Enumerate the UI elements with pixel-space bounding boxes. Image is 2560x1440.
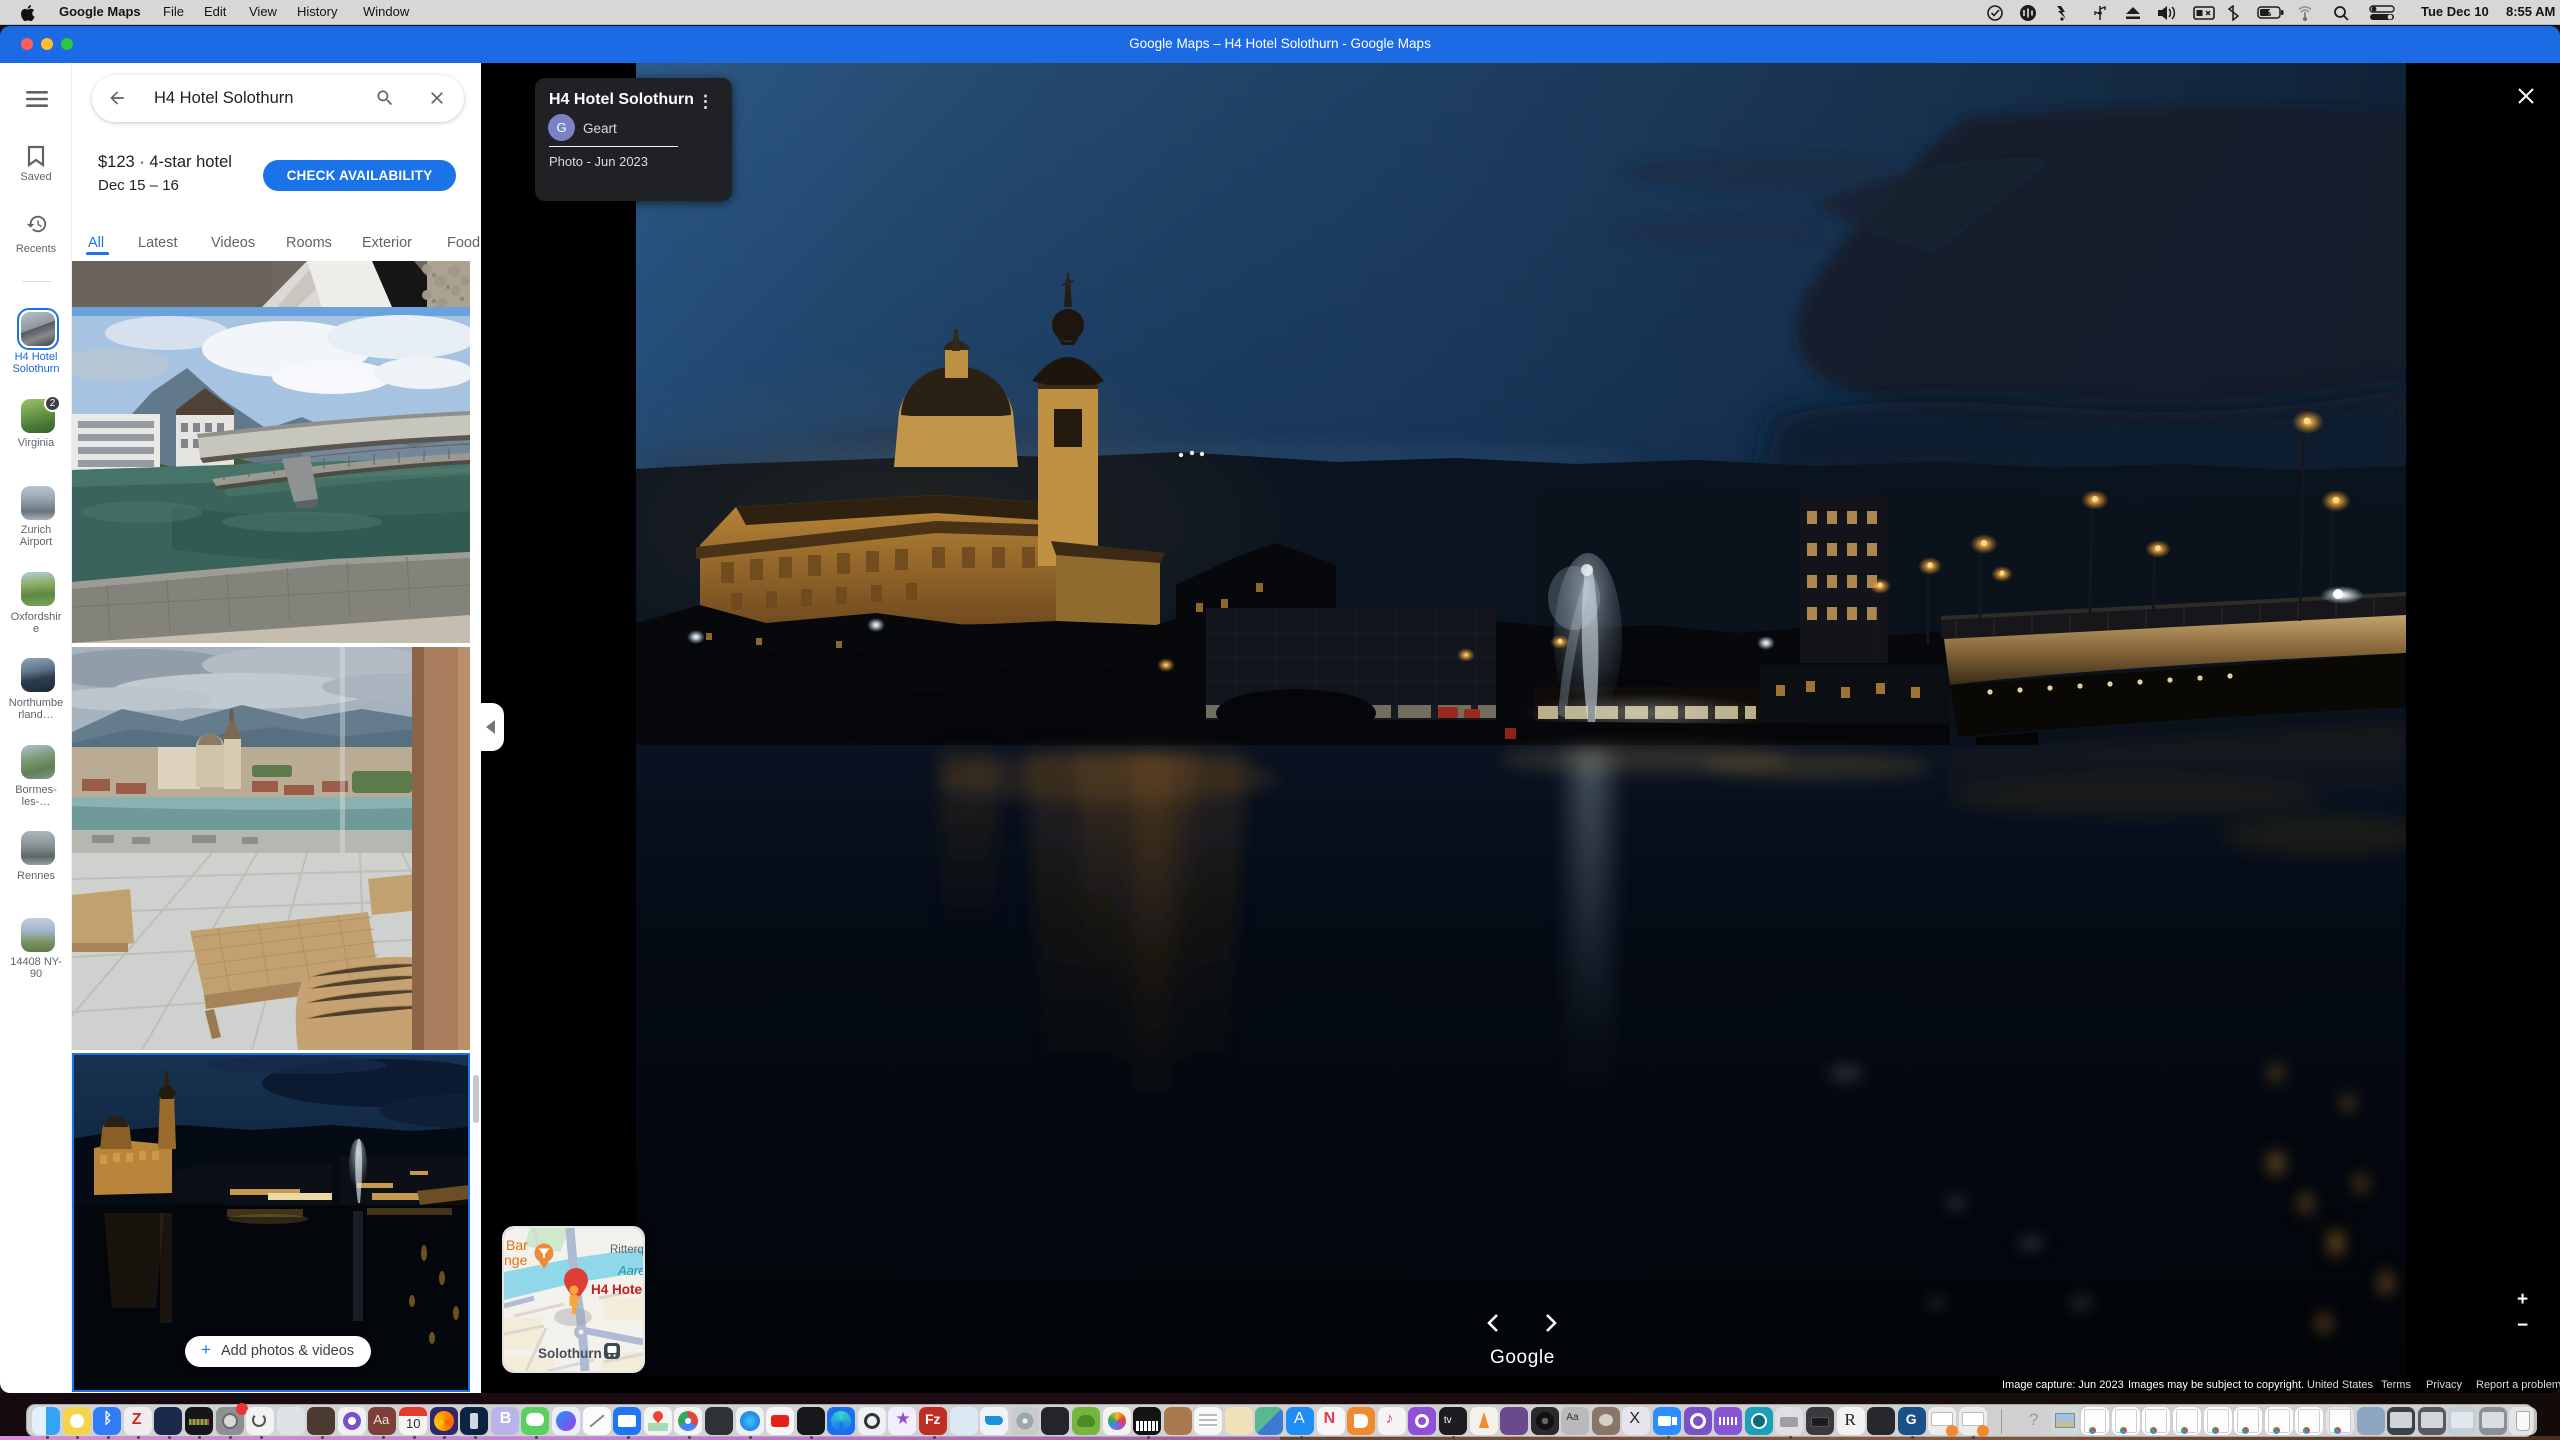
svg-text:Bar: Bar [506,1237,528,1253]
svg-text:Solothurn: Solothurn [538,1346,602,1361]
svg-text:H4 Hotel: H4 Hotel [591,1282,643,1297]
svg-text:Aare: Aare [617,1263,643,1278]
svg-text:Ritterq: Ritterq [610,1244,643,1256]
svg-text:nge: nge [504,1252,528,1268]
